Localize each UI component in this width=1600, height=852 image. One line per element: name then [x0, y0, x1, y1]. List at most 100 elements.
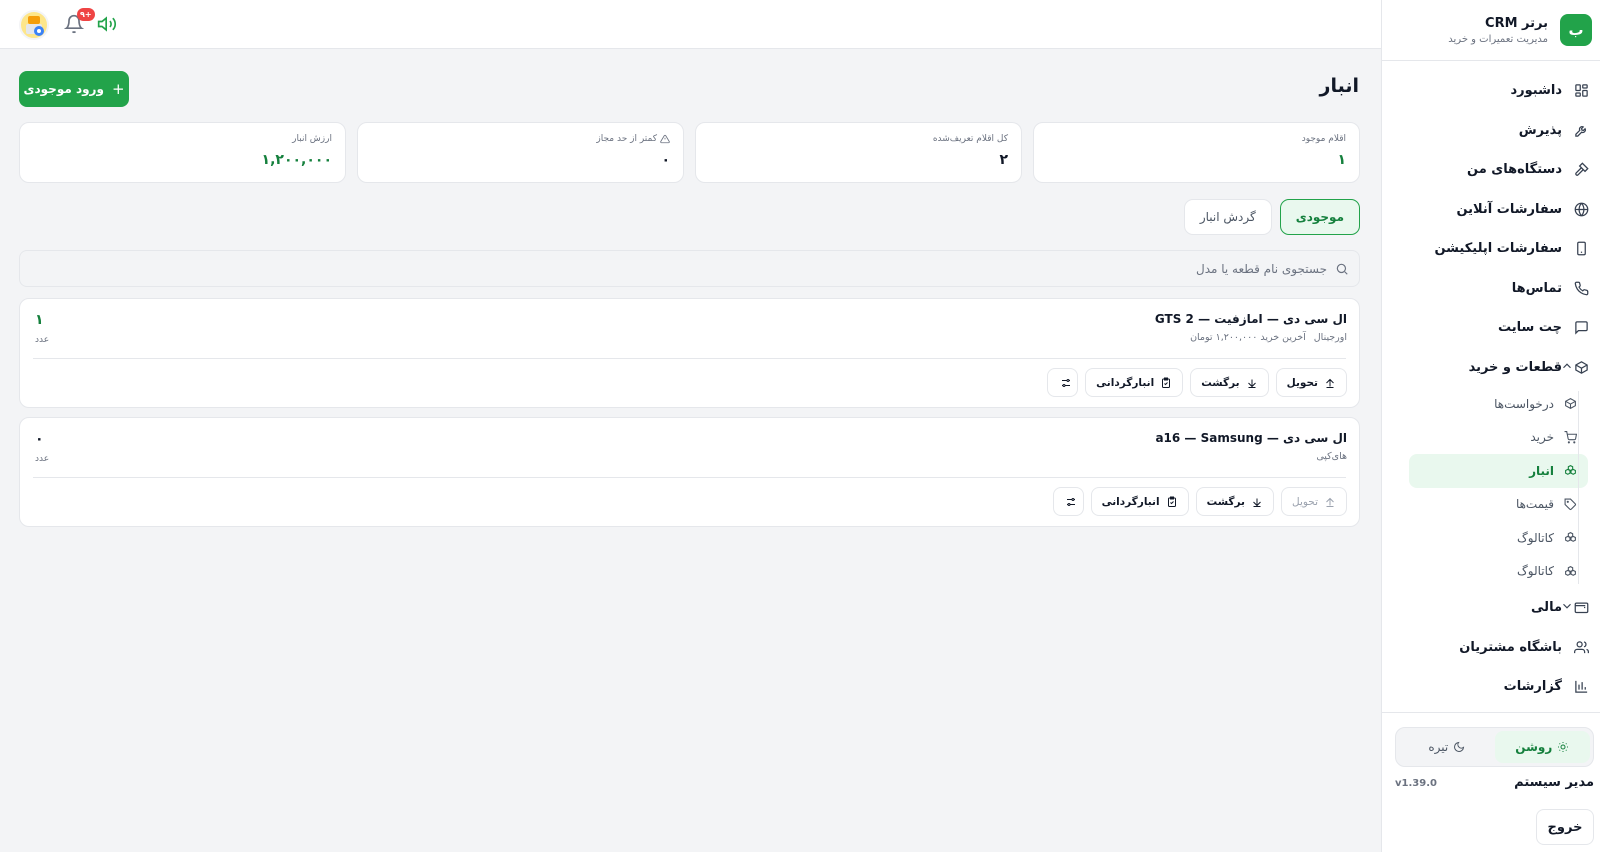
sidebar-subitem-label: کاتالوگ [1517, 530, 1554, 545]
stat-card-total-defined: کل اقلام تعریف‌شده ۲ [695, 122, 1022, 183]
chevron-down-icon[interactable] [1560, 599, 1574, 613]
item-actions: تحویل برگشت انبارگردانی [1052, 487, 1347, 516]
chat-icon [1572, 319, 1590, 337]
sidebar-subitem-label: قیمت‌ها [1515, 497, 1554, 512]
wrench-icon [1572, 121, 1590, 139]
settings-button[interactable] [1052, 487, 1084, 516]
sidebar-footer: روشن تیره مدیر سیستم v1.39.0 خروج [1381, 712, 1600, 852]
stat-value: ۰ [661, 152, 670, 168]
moon-icon [1454, 741, 1465, 752]
add-stock-label: ورود موجودی [23, 82, 104, 96]
sidebar-item-app-orders[interactable]: سفارشات اپلیکیشن [1382, 229, 1600, 269]
item-name: ال سی دی — امازفیت — GTS 2 [1154, 312, 1347, 326]
brand-header: ب برتر CRM مدیریت تعمیرات و خرید [1382, 0, 1600, 61]
users-icon [1572, 638, 1590, 656]
sidebar-subitem-purchase[interactable]: خرید [1409, 421, 1588, 455]
deliver-button[interactable]: تحویل [1275, 368, 1347, 397]
sidebar-item-label: پذیرش [1518, 122, 1562, 138]
warning-icon [660, 134, 670, 144]
brand-logo[interactable]: ب [1560, 14, 1592, 46]
stocktake-button[interactable]: انبارگردانی [1090, 487, 1189, 516]
theme-dark-label: تیره [1428, 740, 1449, 754]
sidebar-item-online-orders[interactable]: سفارشات آنلاین [1382, 190, 1600, 230]
upload-icon [1326, 497, 1334, 507]
upload-icon [1326, 378, 1334, 388]
boxes-icon [1562, 530, 1578, 546]
sidebar-subitem-warehouse[interactable]: انبار [1409, 454, 1588, 488]
speaker-icon[interactable] [97, 14, 117, 34]
sidebar-item-calls[interactable]: تماس‌ها [1382, 269, 1600, 309]
item-name: ال سی دی — a16 — Samsung [1155, 431, 1347, 445]
stocktake-button[interactable]: انبارگردانی [1085, 368, 1184, 397]
boxes-icon [1562, 463, 1578, 479]
stat-label: کل اقلام تعریف‌شده [932, 134, 1008, 144]
sidebar-item-my-devices[interactable]: دستگاه‌های من [1382, 150, 1600, 190]
deliver-button[interactable]: تحویل [1281, 487, 1347, 516]
sidebar-subitem-label: خرید [1530, 430, 1554, 445]
deliver-label: تحویل [1286, 376, 1318, 389]
plus-icon: + [111, 80, 125, 98]
brand-title: برتر CRM [1485, 15, 1548, 31]
sidebar-subitem-catalog-2[interactable]: کاتالوگ [1409, 555, 1588, 589]
item-quantity: ۰ [35, 431, 44, 447]
logout-button[interactable]: خروج [1536, 809, 1594, 845]
sidebar-item-reception[interactable]: پذیرش [1382, 111, 1600, 151]
sidebar-subitem-catalog[interactable]: کاتالوگ [1409, 521, 1588, 555]
sidebar-item-label: مالی [1531, 600, 1562, 616]
list-item: ال سی دی — امازفیت — GTS 2 اورجینال آخری… [19, 298, 1360, 408]
hammer-icon [1572, 161, 1590, 179]
tab-inventory[interactable]: موجودی [1279, 199, 1360, 235]
sliders-icon [1061, 378, 1070, 387]
sidebar-item-parts-purchase[interactable]: قطعات و خرید [1382, 348, 1600, 388]
stat-label: اقلام موجود [1301, 134, 1346, 144]
item-meta: اورجینال آخرین خرید ۱,۲۰۰,۰۰۰ تومان [1190, 332, 1347, 343]
dashboard-icon [1572, 82, 1590, 100]
theme-dark-button[interactable]: تیره [1399, 731, 1495, 763]
sidebar-nav: داشبورد پذیرش دستگاه‌های من سفارشات آنلا… [1382, 61, 1600, 707]
sidebar-item-site-chat[interactable]: چت سایت [1382, 308, 1600, 348]
sidebar-subitem-label: کاتالوگ [1517, 564, 1554, 579]
stat-label: ارزش انبار [292, 134, 332, 144]
stat-card-in-stock: اقلام موجود ۱ [1033, 122, 1360, 183]
brand-subtitle: مدیریت تعمیرات و خرید [1448, 33, 1548, 45]
sidebar-item-customer-club[interactable]: باشگاه مشتریان [1382, 628, 1600, 668]
download-icon [1253, 498, 1261, 507]
sidebar-subitem-prices[interactable]: قیمت‌ها [1409, 488, 1588, 522]
sidebar-item-finance[interactable]: مالی [1382, 588, 1600, 628]
clipboard-check-icon [1167, 496, 1176, 507]
stat-card-below-minimum: کمتر از حد مجاز ۰ [357, 122, 684, 183]
sidebar-subitem-requests[interactable]: درخواست‌ها [1409, 387, 1588, 421]
sidebar-item-dashboard[interactable]: داشبورد [1382, 71, 1600, 111]
stocktake-label: انبارگردانی [1101, 495, 1160, 508]
search-bar [19, 250, 1360, 287]
item-quantity: ۱ [35, 312, 44, 328]
search-input[interactable] [47, 261, 1327, 276]
sidebar-item-label: دستگاه‌های من [1467, 162, 1562, 178]
deliver-label: تحویل [1292, 495, 1318, 508]
stocktake-label: انبارگردانی [1096, 376, 1155, 389]
return-button[interactable]: برگشت [1190, 368, 1269, 397]
chevron-up-icon[interactable] [1560, 359, 1574, 373]
stat-value: ۱ [1337, 152, 1346, 168]
parts-submenu: درخواست‌ها خرید انبار قیمت‌ها [1382, 387, 1600, 588]
chart-icon [1572, 678, 1590, 696]
item-unit: عدد [35, 335, 50, 345]
theme-light-button[interactable]: روشن [1494, 731, 1590, 763]
sidebar-item-label: چت سایت [1498, 320, 1562, 336]
avatar[interactable] [19, 10, 49, 40]
tab-stock-movements[interactable]: گردش انبار [1183, 199, 1272, 235]
settings-button[interactable] [1047, 368, 1079, 397]
clipboard-check-icon [1162, 377, 1171, 388]
stat-value: ۱,۲۰۰,۰۰۰ [261, 152, 332, 168]
tag-icon [1562, 496, 1578, 512]
search-icon [1335, 262, 1349, 276]
package-icon [1572, 358, 1590, 376]
sidebar-subitem-label: انبار [1529, 463, 1554, 478]
theme-toggle: روشن تیره [1395, 727, 1594, 767]
divider [33, 477, 1346, 478]
sidebar-item-label: قطعات و خرید [1468, 359, 1562, 375]
sidebar-item-reports[interactable]: گزارشات [1382, 667, 1600, 707]
smartphone-icon [1572, 240, 1590, 258]
add-stock-button[interactable]: + ورود موجودی [19, 71, 129, 107]
return-button[interactable]: برگشت [1195, 487, 1274, 516]
